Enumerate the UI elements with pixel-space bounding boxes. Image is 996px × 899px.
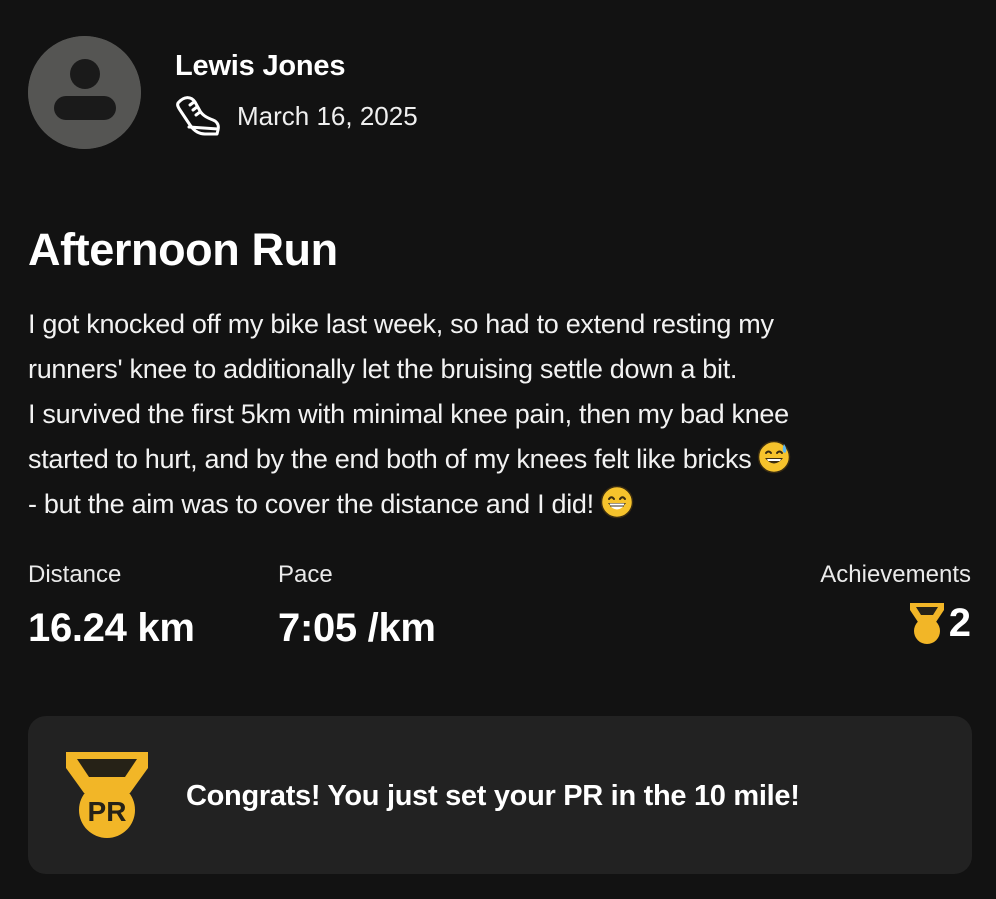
activity-header: Lewis Jones March 16, 2025 <box>28 36 968 150</box>
grinning-sweat-emoji <box>757 440 791 474</box>
stat-distance-label: Distance <box>28 561 122 588</box>
description-line: I survived the first 5km with minimal kn… <box>28 399 789 429</box>
achievements-value-row: 2 <box>820 600 971 646</box>
description-line: - but the aim was to cover the distance … <box>28 482 968 527</box>
user-silhouette-icon <box>28 36 141 149</box>
stat-distance-value: 16.24 km <box>28 606 195 650</box>
description-line-text: - but the aim was to cover the distance … <box>28 489 594 519</box>
activity-description: I got knocked off my bike last week, so … <box>28 302 968 527</box>
athlete-name[interactable]: Lewis Jones <box>175 50 345 83</box>
stat-achievements-label: Achievements <box>820 561 971 588</box>
pr-medal-icon: PR <box>62 748 152 842</box>
stat-pace-value: 7:05 /km <box>278 606 436 650</box>
stat-achievements[interactable]: Achievements 2 <box>820 560 971 646</box>
description-line: I got knocked off my bike last week, so … <box>28 309 774 339</box>
activity-meta: March 16, 2025 <box>175 94 418 138</box>
beaming-smile-emoji <box>600 485 634 519</box>
stat-achievements-value: 2 <box>948 601 971 645</box>
pr-message: Congrats! You just set your PR in the 10… <box>186 780 800 812</box>
description-line: started to hurt, and by the end both of … <box>28 437 968 482</box>
running-shoe-icon <box>176 96 220 136</box>
stat-pace-label: Pace <box>278 561 333 588</box>
pr-achievement-card[interactable]: PR Congrats! You just set your PR in the… <box>28 716 972 874</box>
medal-icon <box>909 603 944 644</box>
description-line-text: started to hurt, and by the end both of … <box>28 444 752 474</box>
activity-title[interactable]: Afternoon Run <box>28 224 338 276</box>
activity-date: March 16, 2025 <box>237 100 418 131</box>
stat-distance: Distance 16.24 km <box>28 560 195 650</box>
description-line: runners' knee to additionally let the br… <box>28 354 738 384</box>
athlete-avatar[interactable] <box>28 36 141 149</box>
stat-pace: Pace 7:05 /km <box>278 560 436 650</box>
pr-badge-text: PR <box>88 796 127 827</box>
